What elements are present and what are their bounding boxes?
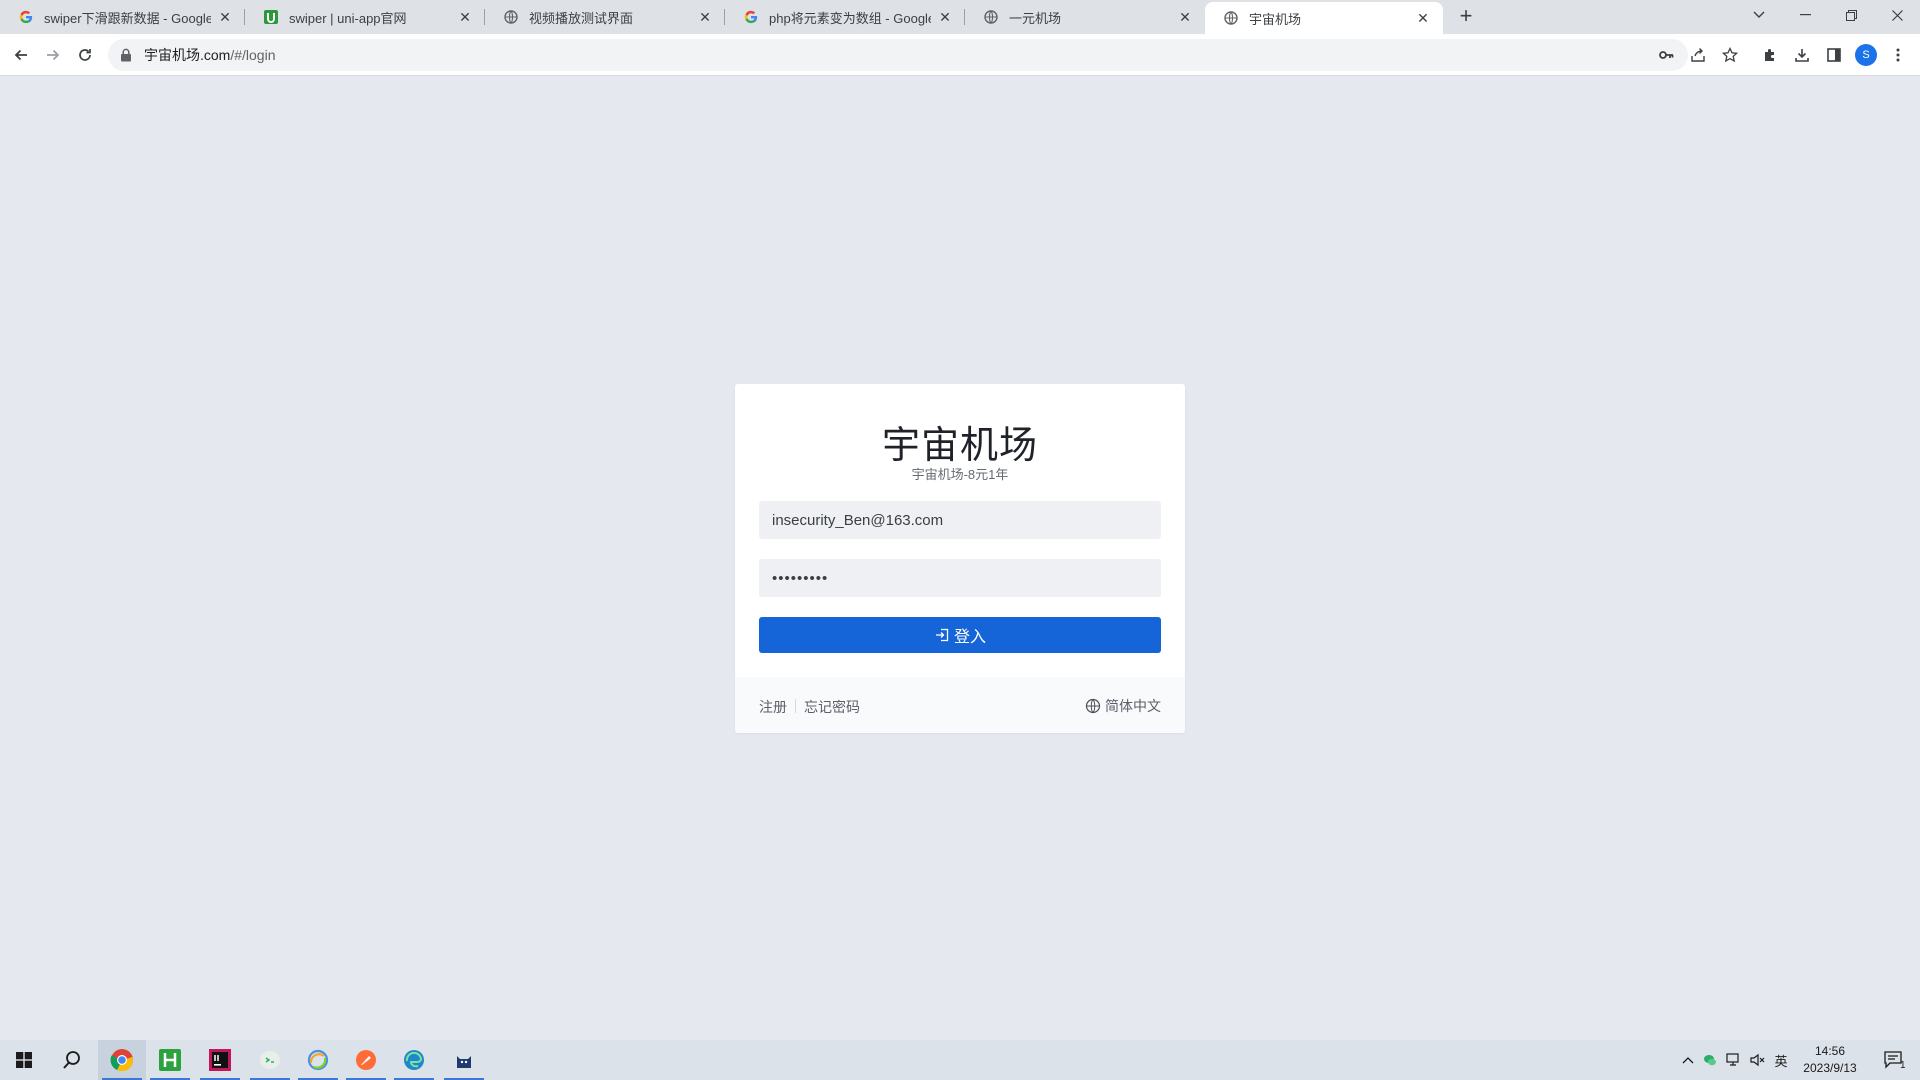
close-icon[interactable]: ✕ [1177, 9, 1193, 25]
bookmark-star-icon[interactable] [1718, 43, 1742, 67]
download-icon[interactable] [1790, 43, 1814, 67]
volume-muted-icon[interactable] [1747, 1040, 1769, 1080]
browser-app-icon[interactable] [294, 1040, 342, 1080]
sign-in-icon [934, 627, 950, 643]
tab-title: 一元机场 [1009, 10, 1062, 26]
url-path: /#/login [230, 47, 276, 63]
globe-icon [1085, 698, 1101, 714]
windows-taskbar: 英 14:56 2023/9/13 1 [0, 1040, 1920, 1080]
tray-wechat-icon[interactable] [1700, 1040, 1720, 1080]
wechat-devtools-icon[interactable] [246, 1040, 294, 1080]
jetbrains-ide-icon[interactable] [196, 1040, 244, 1080]
browser-tab-strip: swiper下滑跟新数据 - Google 搜 ✕ swiper | uni-a… [0, 0, 1920, 34]
close-icon[interactable]: ✕ [1415, 10, 1431, 26]
reload-icon[interactable] [73, 43, 97, 67]
tab-yuzhou-active[interactable]: 宇宙机场 ✕ [1205, 2, 1443, 34]
login-button[interactable]: 登入 [759, 617, 1161, 653]
register-link[interactable]: 注册 [759, 697, 787, 717]
tab-video-test[interactable]: 视频播放测试界面 ✕ [485, 0, 725, 34]
tab-title: swiper下滑跟新数据 - Google 搜 [44, 10, 211, 26]
app-cat-icon[interactable] [440, 1040, 488, 1080]
language-switcher[interactable]: 简体中文 [1085, 696, 1161, 716]
tab-uniapp[interactable]: swiper | uni-app官网 ✕ [245, 0, 485, 34]
tab-title: php将元素变为数组 - Google 搜 [769, 10, 931, 26]
tab-php-search[interactable]: php将元素变为数组 - Google 搜 ✕ [725, 0, 965, 34]
url-host: 宇宙机场.com [144, 47, 231, 63]
uniapp-icon [263, 9, 279, 25]
key-icon[interactable] [1654, 43, 1678, 67]
globe-icon [1223, 10, 1239, 26]
close-window-button[interactable] [1874, 0, 1920, 30]
address-bar[interactable]: 宇宙机场.com/#/login [108, 39, 1688, 71]
google-g-icon [743, 9, 759, 25]
globe-icon [983, 9, 999, 25]
network-icon[interactable] [1723, 1040, 1745, 1080]
tab-yiyuan[interactable]: 一元机场 ✕ [965, 0, 1205, 34]
extensions-icon[interactable] [1758, 43, 1782, 67]
close-icon[interactable]: ✕ [937, 9, 953, 25]
edge-icon[interactable] [390, 1040, 438, 1080]
tab-search-icon[interactable] [1736, 0, 1782, 30]
tab-title: swiper | uni-app官网 [289, 10, 407, 26]
forgot-password-link[interactable]: 忘记密码 [804, 697, 860, 717]
notification-count: 1 [1900, 1060, 1906, 1071]
card-footer: 注册 忘记密码 简体中文 [735, 677, 1185, 733]
postman-icon[interactable] [342, 1040, 390, 1080]
tab-title: 视频播放测试界面 [529, 10, 634, 26]
url-text: 宇宙机场.com/#/login [144, 45, 276, 65]
tray-chevron-up-icon[interactable] [1678, 1040, 1698, 1080]
back-arrow-icon[interactable] [9, 43, 33, 67]
minimize-button[interactable] [1782, 0, 1828, 30]
clock-time: 14:56 [1814, 1044, 1846, 1058]
globe-icon [503, 9, 519, 25]
new-tab-button[interactable]: + [1454, 5, 1478, 29]
browser-toolbar: 宇宙机场.com/#/login S [0, 34, 1920, 76]
site-subtitle: 宇宙机场-8元1年 [911, 467, 1009, 482]
lock-icon[interactable] [120, 48, 134, 62]
close-icon[interactable]: ✕ [457, 9, 473, 25]
tab-title: 宇宙机场 [1249, 11, 1302, 27]
password-field[interactable] [759, 559, 1161, 597]
email-field[interactable] [759, 501, 1161, 539]
login-card: 宇宙机场 宇宙机场-8元1年 登入 注册 忘记密码 简体中文 [735, 384, 1185, 733]
windows-start-icon[interactable] [0, 1040, 48, 1080]
search-icon[interactable] [48, 1040, 96, 1080]
close-icon[interactable]: ✕ [697, 9, 713, 25]
forward-arrow-icon[interactable] [41, 43, 65, 67]
close-icon[interactable]: ✕ [217, 9, 233, 25]
chrome-icon[interactable] [98, 1040, 146, 1080]
restore-button[interactable] [1828, 0, 1874, 30]
side-panel-icon[interactable] [1822, 43, 1846, 67]
clock-date: 2023/9/13 [1803, 1061, 1857, 1075]
google-g-icon [18, 9, 34, 25]
language-label: 简体中文 [1105, 698, 1161, 714]
notification-icon[interactable]: 1 [1874, 1040, 1914, 1080]
share-icon[interactable] [1686, 43, 1710, 67]
tab-swiper-search[interactable]: swiper下滑跟新数据 - Google 搜 ✕ [0, 0, 245, 34]
profile-avatar[interactable]: S [1855, 44, 1877, 66]
site-title: 宇宙机场 [881, 423, 1038, 467]
menu-kebab-icon[interactable] [1886, 43, 1910, 67]
login-button-label: 登入 [953, 629, 986, 646]
footer-divider [795, 699, 796, 713]
system-clock[interactable]: 14:56 2023/9/13 [1787, 1043, 1873, 1077]
hbuilderx-icon[interactable] [146, 1040, 194, 1080]
